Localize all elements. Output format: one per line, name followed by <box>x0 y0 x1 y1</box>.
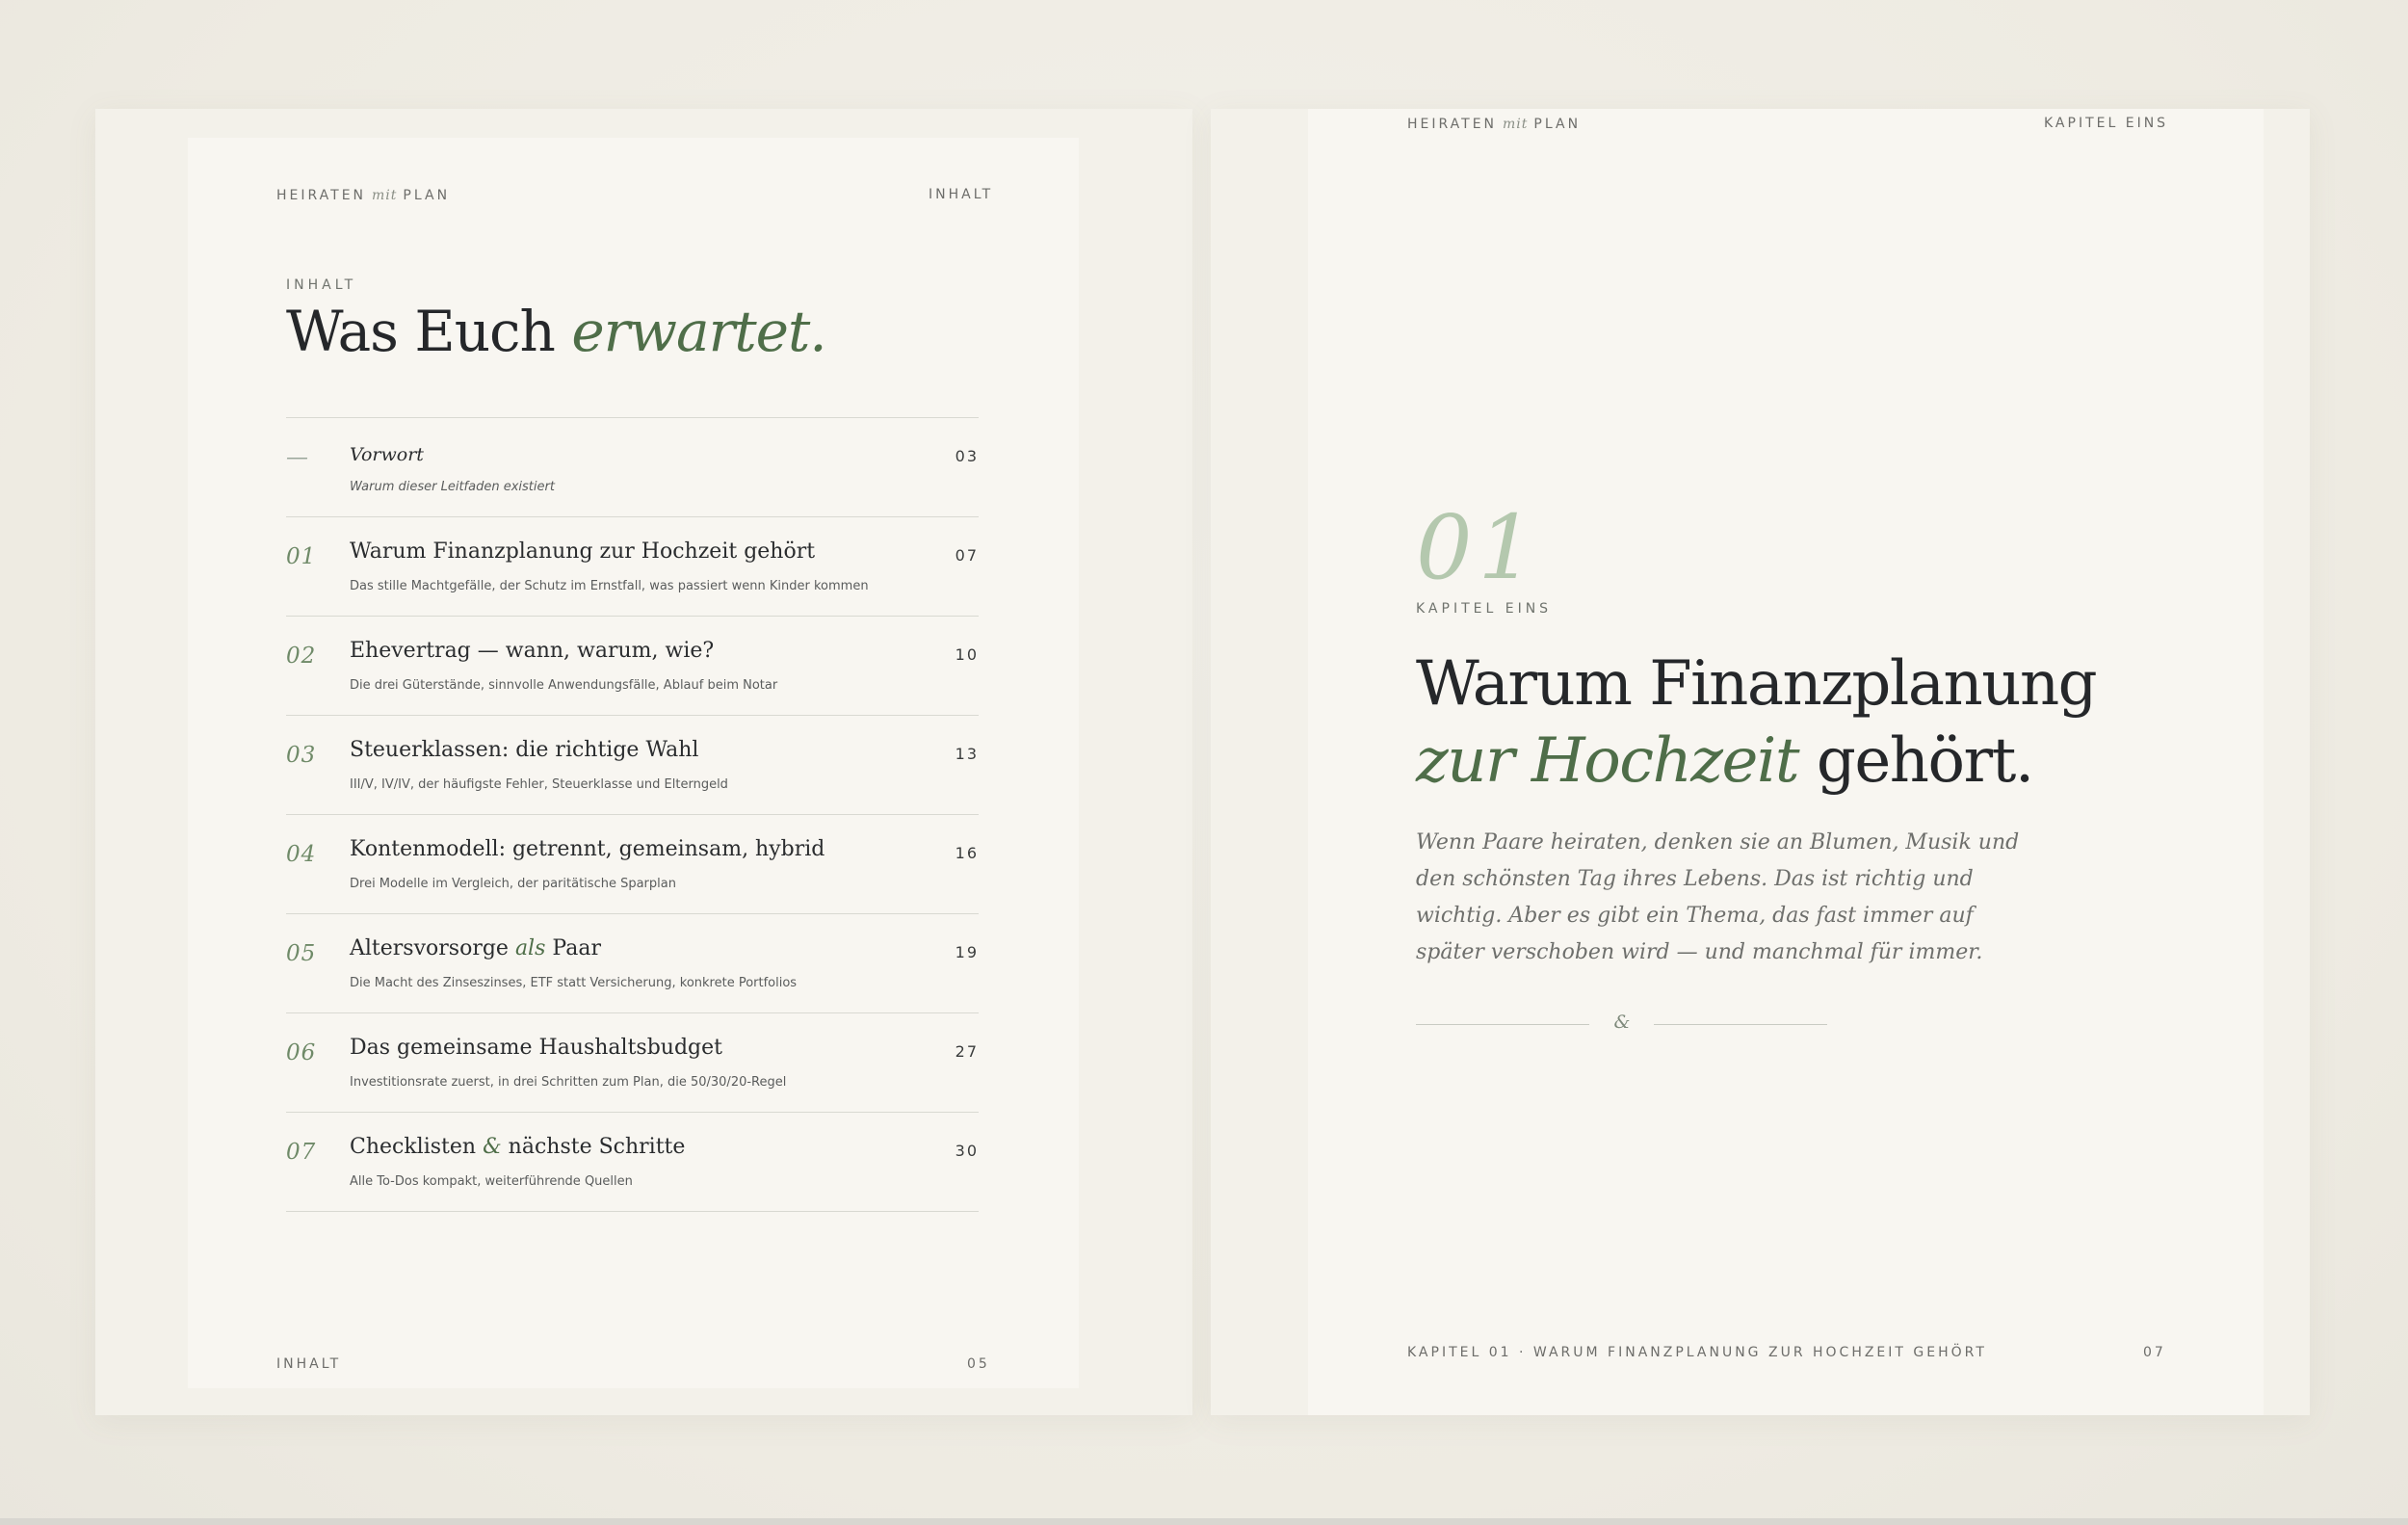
toc-entry-number: 06 <box>286 1040 317 1065</box>
chapter-heading-line1: Warum Finanzplanung <box>1416 648 2098 720</box>
toc-entry-chapter-03[interactable]: 03 Steuerklassen: die richtige Wahl III/… <box>286 716 979 815</box>
brand-word-heiraten: HEIRATEN <box>1407 117 1498 132</box>
divider-line-right <box>1654 1024 1827 1025</box>
reader-stage: HEIRATEN mit PLAN INHALT INHALT Was Euch e… <box>0 0 2408 1525</box>
divider-line-left <box>1416 1024 1589 1025</box>
left-running-header-section: INHALT <box>929 187 994 202</box>
window-bottom-edge <box>0 1518 2408 1525</box>
chapter-number: 01 <box>1416 496 1541 599</box>
toc-title-part: Checklisten <box>350 1135 477 1159</box>
toc-entry-number: 04 <box>286 842 317 867</box>
toc-entry-subtitle: Warum dieser Leitfaden existiert <box>350 480 555 494</box>
toc-heading: Was Euch erwartet. <box>286 299 827 364</box>
toc-entry-number: 01 <box>286 544 317 569</box>
toc-heading-main: Was Euch <box>286 299 556 364</box>
toc-entry-subtitle: Investitionsrate zuerst, in drei Schritt… <box>350 1075 787 1090</box>
brand-word-plan: PLAN <box>403 188 451 203</box>
toc-title-emphasis: & <box>483 1135 502 1159</box>
ampersand-ornament: & <box>1613 1012 1631 1033</box>
chapter-intro-text: Wenn Paare heiraten, denken sie an Blume… <box>1416 830 2020 964</box>
toc-entry-title: Ehevertrag — wann, warum, wie? <box>350 639 715 663</box>
left-running-header-brand: HEIRATEN mit PLAN <box>276 188 450 203</box>
left-footer-section: INHALT <box>276 1356 342 1372</box>
toc-entry-page: 10 <box>955 645 979 664</box>
toc-entry-subtitle: Drei Modelle im Vergleich, der paritätis… <box>350 877 676 891</box>
toc-entry-chapter-05[interactable]: 05 Altersvorsorge als Paar Die Macht des… <box>286 914 979 1013</box>
toc-entry-title: Checklisten & nächste Schritte <box>350 1135 685 1159</box>
toc-entry-number: 03 <box>286 743 317 768</box>
toc-entry-page: 30 <box>955 1142 979 1160</box>
toc-entry-page: 16 <box>955 844 979 862</box>
toc-entry-number: 05 <box>286 941 317 966</box>
brand-word-plan: PLAN <box>1533 117 1582 132</box>
chapter-heading-accent: zur Hochzeit <box>1416 725 1800 797</box>
toc-entry-number: 02 <box>286 644 317 669</box>
toc-entry-page: 07 <box>955 546 979 565</box>
right-footer-chapter-title: KAPITEL 01 · WARUM FINANZPLANUNG ZUR HOC… <box>1407 1345 1987 1360</box>
brand-word-mit: mit <box>372 188 398 203</box>
toc-heading-accent: erwartet. <box>571 299 826 364</box>
brand-word-heiraten: HEIRATEN <box>276 188 367 203</box>
toc-entry-page: 03 <box>955 447 979 465</box>
toc-entry-title: Das gemeinsame Haushaltsbudget <box>350 1036 722 1060</box>
chapter-eyebrow: KAPITEL EINS <box>1416 601 1553 617</box>
toc-entry-page: 27 <box>955 1042 979 1061</box>
toc-entry-chapter-02[interactable]: 02 Ehevertrag — wann, warum, wie? Die dr… <box>286 617 979 716</box>
toc-entry-page: 13 <box>955 745 979 763</box>
toc-entry-chapter-07[interactable]: 07 Checklisten & nächste Schritte Alle T… <box>286 1113 979 1212</box>
toc-entry-title: Altersvorsorge als Paar <box>350 936 601 960</box>
toc-entry-subtitle: Die drei Güterstände, sinnvolle Anwendun… <box>350 678 778 693</box>
toc-entry-subtitle: Das stille Machtgefälle, der Schutz im E… <box>350 579 869 593</box>
toc-entry-vorwort[interactable]: — Vorwort Warum dieser Leitfaden existie… <box>286 418 979 517</box>
right-running-header-chapter: KAPITEL EINS <box>2044 116 2169 131</box>
toc-entry-chapter-06[interactable]: 06 Das gemeinsame Haushaltsbudget Invest… <box>286 1013 979 1113</box>
table-of-contents: — Vorwort Warum dieser Leitfaden existie… <box>286 417 979 1212</box>
right-running-header-brand: HEIRATEN mit PLAN <box>1407 117 1581 132</box>
toc-title-part: Altersvorsorge <box>350 936 509 960</box>
toc-entry-chapter-01[interactable]: 01 Warum Finanzplanung zur Hochzeit gehö… <box>286 517 979 617</box>
toc-title-part: Paar <box>552 936 601 960</box>
toc-entry-page: 19 <box>955 943 979 961</box>
toc-title-part: nächste Schritte <box>508 1135 686 1159</box>
right-footer-page-number: 07 <box>2143 1345 2166 1360</box>
toc-entry-subtitle: III/V, IV/IV, der häufigste Fehler, Steu… <box>350 777 728 792</box>
toc-entry-number: — <box>286 445 309 470</box>
section-divider-ornament: & <box>1416 1012 1827 1037</box>
toc-entry-chapter-04[interactable]: 04 Kontenmodell: getrennt, gemeinsam, hy… <box>286 815 979 914</box>
toc-entry-subtitle: Alle To-Dos kompakt, weiterführende Quel… <box>350 1174 633 1189</box>
toc-entry-number: 07 <box>286 1140 317 1165</box>
toc-title-emphasis: als <box>514 936 546 960</box>
toc-entry-title: Kontenmodell: getrennt, gemeinsam, hybri… <box>350 837 825 861</box>
toc-entry-title: Steuerklassen: die richtige Wahl <box>350 738 699 762</box>
brand-word-mit: mit <box>1503 117 1529 132</box>
toc-eyebrow: INHALT <box>286 277 357 293</box>
toc-entry-title: Warum Finanzplanung zur Hochzeit gehört <box>350 539 816 564</box>
chapter-heading-end: gehört. <box>1816 725 2034 797</box>
chapter-heading-line2: zur Hochzeit gehört. <box>1416 723 2096 800</box>
left-footer-page-number: 05 <box>967 1356 990 1372</box>
chapter-heading: Warum Finanzplanung zur Hochzeit gehört. <box>1416 645 2098 800</box>
toc-entry-subtitle: Die Macht des Zinseszinses, ETF statt Ve… <box>350 976 798 990</box>
toc-entry-title: Vorwort <box>350 444 424 465</box>
